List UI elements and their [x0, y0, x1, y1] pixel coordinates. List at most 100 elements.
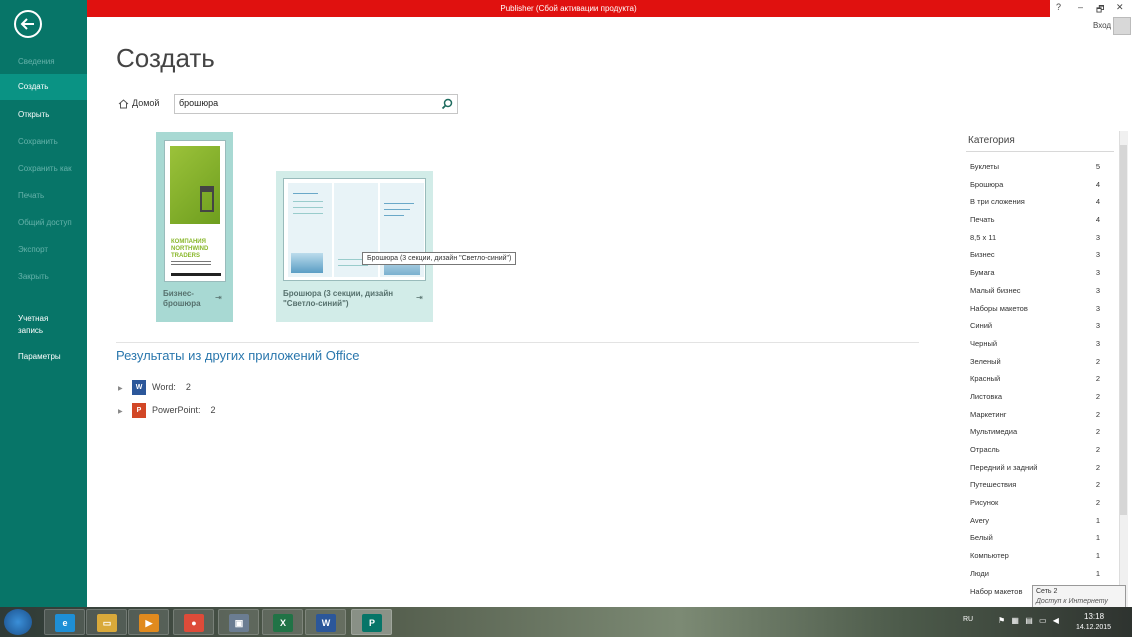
start-button[interactable] — [4, 609, 32, 635]
taskbar-button-internet-explorer[interactable]: e — [44, 609, 85, 635]
category-item[interactable]: Брошюра 4 — [970, 176, 1100, 194]
arrow-left-icon — [20, 18, 34, 30]
category-item[interactable]: Малый бизнес 3 — [970, 282, 1100, 300]
app-name: Word: — [152, 381, 176, 392]
category-count: 3 — [1095, 232, 1100, 242]
category-item[interactable]: Зеленый 2 — [970, 353, 1100, 371]
category-divider — [966, 151, 1114, 152]
category-name: В три сложения — [970, 197, 1025, 207]
category-name: Компьютер — [970, 551, 1009, 561]
network-icon[interactable]: ▦ — [1011, 616, 1019, 625]
taskbar-button-file-explorer[interactable]: ▭ — [86, 609, 127, 635]
category-item[interactable]: Мультимедиа 2 — [970, 423, 1100, 441]
category-name: Рисунок — [970, 498, 999, 508]
thumbnail-text-lines — [171, 261, 211, 265]
powerpoint-icon: P — [132, 403, 146, 418]
category-item[interactable]: Avery 1 — [970, 512, 1100, 530]
taskbar-button-chrome[interactable]: ● — [173, 609, 214, 635]
category-count: 4 — [1095, 197, 1100, 207]
category-item[interactable]: 8,5 x 11 3 — [970, 229, 1100, 247]
category-item[interactable]: Печать 4 — [970, 211, 1100, 229]
search-icon[interactable] — [441, 98, 453, 110]
taskbar-button-screenshot-tool[interactable]: ▣ — [218, 609, 259, 635]
restore-icon[interactable]: 🗗 — [1096, 2, 1104, 18]
taskbar-button-excel[interactable]: X — [262, 609, 303, 635]
sidebar-item-open[interactable]: Открыть — [0, 109, 87, 121]
taskbar-button-publisher[interactable]: P — [351, 609, 392, 635]
minimize-icon[interactable]: – — [1078, 2, 1083, 12]
other-app-word[interactable]: ▶ W Word: 2 — [118, 380, 191, 395]
taskbar-button-media-player[interactable]: ▶ — [128, 609, 169, 635]
help-icon[interactable]: ? — [1056, 2, 1061, 12]
sidebar-item-options[interactable]: Параметры — [0, 351, 87, 363]
page-title: Создать — [116, 43, 215, 73]
category-item[interactable]: Бумага 3 — [970, 264, 1100, 282]
sidebar-item-info[interactable]: Сведения — [0, 56, 87, 68]
category-item[interactable]: Красный 2 — [970, 370, 1100, 388]
backstage-sidebar: Сведения Создать Открыть Сохранить Сохра… — [0, 0, 87, 607]
screenshot-tool-icon: ▣ — [229, 614, 249, 632]
category-item[interactable]: Листовка 2 — [970, 388, 1100, 406]
category-count: 2 — [1095, 462, 1100, 472]
window-title: Publisher (Сбой активации продукта) — [87, 0, 1050, 17]
sidebar-item-share[interactable]: Общий доступ — [0, 217, 87, 229]
category-item[interactable]: Бизнес 3 — [970, 246, 1100, 264]
template-thumbnail-business-brochure[interactable]: КОМПАНИЯ NORTHWIND TRADERS — [164, 140, 226, 282]
sign-in-link[interactable]: Вход — [1093, 21, 1111, 30]
sidebar-item-export[interactable]: Экспорт — [0, 244, 87, 256]
category-item[interactable]: Буклеты 5 — [970, 158, 1100, 176]
category-count: 2 — [1095, 391, 1100, 401]
volume-icon[interactable]: ◀ — [1053, 616, 1059, 625]
category-name: Набор макетов — [970, 586, 1023, 596]
template-thumbnail-3-panel-brochure[interactable] — [283, 178, 426, 281]
pin-icon[interactable]: ⇥ — [416, 293, 423, 302]
category-name: Бизнес — [970, 250, 995, 260]
category-item[interactable]: Черный 3 — [970, 335, 1100, 353]
category-item[interactable]: Маркетинг 2 — [970, 406, 1100, 424]
sidebar-item-new[interactable]: Создать — [0, 74, 87, 100]
category-count: 2 — [1095, 409, 1100, 419]
taskbar-button-word[interactable]: W — [305, 609, 346, 635]
app-count: 2 — [185, 381, 191, 392]
category-name: Брошюра — [970, 179, 1004, 189]
search-box[interactable] — [174, 94, 458, 114]
category-item[interactable]: Рисунок 2 — [970, 494, 1100, 512]
sidebar-item-save-as[interactable]: Сохранить как — [0, 163, 87, 175]
avatar[interactable] — [1113, 17, 1131, 35]
category-item[interactable]: Отрасль 2 — [970, 441, 1100, 459]
back-button[interactable] — [14, 10, 42, 38]
category-item[interactable]: Люди 1 — [970, 565, 1100, 583]
category-item[interactable]: Передний и задний 2 — [970, 459, 1100, 477]
category-name: Путешествия — [970, 480, 1017, 490]
category-count: 2 — [1095, 480, 1100, 490]
sidebar-item-close[interactable]: Закрыть — [0, 271, 87, 283]
clock-time[interactable]: 13:18 — [1084, 612, 1104, 621]
category-item[interactable]: В три сложения 4 — [970, 193, 1100, 211]
other-app-powerpoint[interactable]: ▶ P PowerPoint: 2 — [118, 403, 216, 418]
clock-date[interactable]: 14.12.2015 — [1076, 624, 1111, 631]
expand-icon[interactable]: ▶ — [118, 385, 132, 392]
category-name: Мультимедиа — [970, 427, 1018, 437]
search-input[interactable] — [179, 98, 429, 108]
battery-icon[interactable]: ▭ — [1039, 616, 1047, 625]
category-item[interactable]: Синий 3 — [970, 317, 1100, 335]
category-title: Категория — [968, 135, 1015, 146]
expand-icon[interactable]: ▶ — [118, 408, 132, 415]
language-indicator[interactable]: RU — [963, 616, 973, 623]
category-item[interactable]: Компьютер 1 — [970, 547, 1100, 565]
section-divider — [116, 342, 919, 343]
home-link[interactable]: Домой — [118, 98, 159, 109]
pin-icon[interactable]: ⇥ — [215, 293, 222, 302]
tray-icons[interactable]: ⚑ ▦ ▤ ▭ ◀ — [998, 616, 1059, 625]
wifi-icon[interactable]: ▤ — [1025, 616, 1033, 625]
sidebar-item-save[interactable]: Сохранить — [0, 136, 87, 148]
category-item[interactable]: Белый 1 — [970, 529, 1100, 547]
flag-icon[interactable]: ⚑ — [998, 616, 1005, 625]
sidebar-item-account[interactable]: Учетная запись — [0, 313, 70, 337]
category-item[interactable]: Путешествия 2 — [970, 476, 1100, 494]
category-list: Буклеты 5 Брошюра 4 В три сложения 4 Печать 4 8,… — [970, 158, 1100, 600]
close-icon[interactable]: ✕ — [1116, 2, 1124, 13]
category-scrollbar-thumb[interactable] — [1120, 145, 1127, 515]
category-item[interactable]: Наборы макетов 3 — [970, 300, 1100, 318]
sidebar-item-print[interactable]: Печать — [0, 190, 87, 202]
